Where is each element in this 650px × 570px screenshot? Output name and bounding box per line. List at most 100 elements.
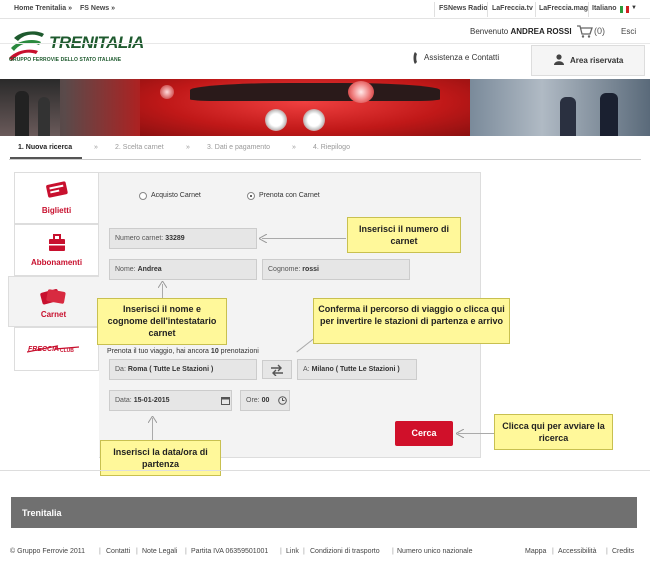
surname-label: Cognome: bbox=[268, 266, 301, 273]
step-separator: » bbox=[186, 144, 190, 151]
italian-flag-icon bbox=[620, 6, 629, 13]
fsnews-radio-link[interactable]: FSNews Radio bbox=[439, 5, 488, 12]
reserved-area-label: Area riservata bbox=[570, 56, 624, 65]
departure-value: Roma ( Tutte Le Stazioni ) bbox=[127, 366, 214, 373]
footer-separator: | bbox=[99, 548, 101, 555]
search-button[interactable]: Cerca bbox=[395, 421, 453, 446]
language-selector[interactable]: Italiano bbox=[592, 5, 617, 12]
step-separator: » bbox=[94, 144, 98, 151]
accessibility-link[interactable]: Accessibilità bbox=[558, 548, 597, 555]
cart-icon[interactable] bbox=[577, 25, 593, 38]
arrow-head-icon bbox=[259, 234, 267, 243]
svg-text:FRECCIA: FRECCIA bbox=[28, 346, 59, 353]
divider bbox=[0, 470, 650, 471]
arrow-head-icon bbox=[456, 429, 464, 438]
divider bbox=[535, 2, 536, 17]
ticket-icon bbox=[46, 181, 68, 198]
national-number-link[interactable]: Numero unico nazionale bbox=[397, 548, 473, 555]
carnet-tickets-icon bbox=[40, 289, 66, 305]
callout-carnet-number: Inserisci il numero di carnet bbox=[347, 217, 461, 253]
hint-prefix: Prenota il tuo viaggio, hai ancora bbox=[107, 348, 209, 355]
fs-news-link[interactable]: FS News » bbox=[80, 5, 115, 12]
briefcase-icon bbox=[49, 234, 65, 251]
step-new-search: 1. Nuova ricerca bbox=[18, 144, 73, 151]
cart-count[interactable]: (0) bbox=[594, 26, 605, 36]
arrival-label: A: bbox=[303, 366, 310, 373]
home-trenitalia-link[interactable]: Home Trenitalia » bbox=[14, 5, 72, 12]
assistance-link[interactable]: Assistenza e Contatti bbox=[424, 53, 499, 62]
credits-link[interactable]: Credits bbox=[612, 548, 634, 555]
brand-subtitle: GRUPPO FERROVIE DELLO STATO ITALIANE bbox=[9, 57, 122, 63]
arrival-value: Milano ( Tutte Le Stazioni ) bbox=[311, 366, 400, 373]
first-name-field[interactable]: Nome: Andrea bbox=[109, 259, 257, 280]
tab-abbonamenti-label: Abbonamenti bbox=[30, 258, 83, 267]
footer-bar bbox=[11, 497, 637, 528]
transport-conditions-link[interactable]: Condizioni di trasporto bbox=[310, 548, 380, 555]
arrival-station-field[interactable]: A: Milano ( Tutte Le Stazioni ) bbox=[297, 359, 417, 380]
sitemap-link[interactable]: Mappa bbox=[525, 548, 546, 555]
footer-separator: | bbox=[303, 548, 305, 555]
date-value: 15-01-2015 bbox=[133, 397, 170, 404]
surname-field[interactable]: Cognome: rossi bbox=[262, 259, 410, 280]
welcome-text: Benvenuto ANDREA ROSSI bbox=[470, 27, 572, 36]
footer-separator: | bbox=[552, 548, 554, 555]
departure-station-field[interactable]: Da: Roma ( Tutte Le Stazioni ) bbox=[109, 359, 257, 380]
contacts-link[interactable]: Contatti bbox=[106, 548, 130, 555]
divider bbox=[434, 2, 435, 17]
link-link[interactable]: Link bbox=[286, 548, 299, 555]
step-payment-data: 3. Dati e pagamento bbox=[207, 144, 271, 151]
footer-title: Trenitalia bbox=[22, 508, 62, 518]
train-banner-image bbox=[0, 79, 650, 136]
welcome-prefix: Benvenuto bbox=[470, 27, 509, 36]
date-field[interactable]: Data: 15-01-2015 bbox=[109, 390, 232, 411]
divider bbox=[487, 2, 488, 17]
divider bbox=[0, 43, 650, 44]
logout-link[interactable]: Esci bbox=[621, 27, 636, 36]
svg-text:CLUB: CLUB bbox=[60, 348, 74, 354]
callout-arrow bbox=[262, 238, 346, 239]
lafreccia-mag-link[interactable]: LaFreccia.mag bbox=[539, 5, 588, 12]
callout-holder-name: Inserisci il nome e cognome dell'intesta… bbox=[97, 298, 227, 345]
time-value: 00 bbox=[261, 397, 270, 404]
tab-carnet-label: Carnet bbox=[40, 310, 67, 319]
carnet-number-label: Numero carnet: bbox=[115, 235, 164, 242]
vat-number: Partita IVA 06359501001 bbox=[191, 548, 269, 555]
footer-separator: | bbox=[280, 548, 282, 555]
carnet-number-value: 33289 bbox=[165, 235, 185, 242]
purchase-carnet-label: Acquisto Carnet bbox=[151, 192, 201, 199]
footer-separator: | bbox=[606, 548, 608, 555]
footer-separator: | bbox=[136, 548, 138, 555]
step-choose-carnet: 2. Scelta carnet bbox=[115, 144, 164, 151]
callout-search: Clicca qui per avviare la ricerca bbox=[494, 414, 613, 450]
departure-label: Da: bbox=[115, 366, 126, 373]
carnet-number-field[interactable]: Numero carnet: 33289 bbox=[109, 228, 257, 249]
footer-separator: | bbox=[185, 548, 187, 555]
step-separator: » bbox=[292, 144, 296, 151]
chevron-down-icon[interactable]: ▼ bbox=[631, 5, 637, 11]
lafreccia-tv-link[interactable]: LaFreccia.tv bbox=[492, 5, 533, 12]
book-with-carnet-radio[interactable] bbox=[247, 192, 255, 200]
calendar-icon[interactable] bbox=[221, 396, 230, 405]
arrow-head-icon bbox=[158, 281, 167, 288]
book-with-carnet-label: Prenota con Carnet bbox=[259, 192, 320, 199]
swap-arrows-icon bbox=[271, 364, 283, 377]
tab-biglietti-label: Biglietti bbox=[41, 206, 72, 215]
date-label: Data: bbox=[115, 397, 132, 404]
time-label: Ore: bbox=[246, 397, 260, 404]
callout-route: Conferma il percorso di viaggio o clicca… bbox=[313, 298, 510, 344]
arrow-head-icon bbox=[148, 416, 157, 423]
hint-suffix: prenotazioni bbox=[220, 348, 259, 355]
active-step-indicator bbox=[10, 157, 82, 159]
copyright-text: © Gruppo Ferrovie 2011 bbox=[10, 548, 86, 555]
legal-notes-link[interactable]: Note Legali bbox=[142, 548, 177, 555]
user-name: ANDREA ROSSI bbox=[510, 27, 572, 36]
clock-icon[interactable] bbox=[278, 396, 287, 405]
user-icon bbox=[554, 54, 564, 65]
surname-value: rossi bbox=[302, 266, 319, 273]
purchase-carnet-radio[interactable] bbox=[139, 192, 147, 200]
swap-stations-button[interactable] bbox=[262, 360, 292, 379]
remaining-bookings-count: 10 bbox=[210, 348, 219, 355]
frecciaclub-logo-icon: FRECCIA CLUB bbox=[27, 345, 79, 354]
first-name-label: Nome: bbox=[115, 266, 136, 273]
first-name-value: Andrea bbox=[137, 266, 162, 273]
